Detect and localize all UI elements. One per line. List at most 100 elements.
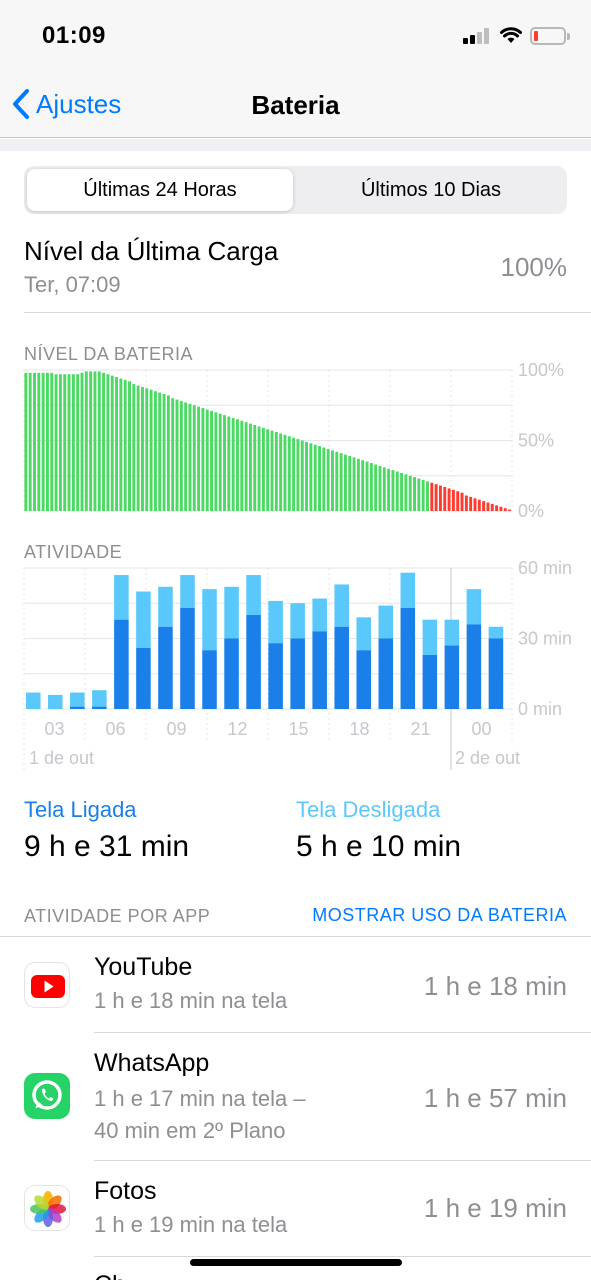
app-total-time: 1 h e 57 min (423, 1083, 567, 1113)
activity-bar-screen-on (268, 643, 283, 709)
segment-last-10-days[interactable]: Últimos 10 Dias (298, 169, 564, 211)
battery-level-bar (404, 474, 408, 511)
battery-level-bar (460, 492, 464, 511)
battery-level-bar (322, 447, 326, 511)
show-battery-usage-button[interactable]: MOSTRAR USO DA BATERIA (312, 905, 567, 926)
activity-bar-screen-off (268, 600, 283, 644)
battery-level-bar (179, 401, 183, 511)
screen-on-label: Tela Ligada (24, 797, 137, 822)
app-detail: 1 h e 18 min na tela (94, 988, 288, 1013)
battery-level-bar (279, 433, 283, 511)
battery-y-tick-label: 0% (518, 501, 544, 521)
activity-x-tick-label: 15 (288, 719, 308, 739)
battery-level-bar (369, 463, 373, 511)
battery-level-bar (352, 457, 356, 511)
screen-off-label: Tela Desligada (296, 797, 441, 822)
app-row-fotos[interactable]: Fotos 1 h e 19 min na tela 1 h e 19 min (0, 1161, 591, 1256)
battery-level-bar (374, 464, 378, 511)
wifi-icon (500, 27, 522, 43)
battery-level-bar (54, 374, 58, 511)
battery-level-bar (408, 475, 412, 511)
battery-level-bar (464, 495, 468, 511)
activity-y-tick-label: 30 min (518, 629, 572, 649)
activity-bar-screen-off (290, 603, 305, 639)
activity-bar-screen-off (114, 575, 129, 620)
segment-last-24-hours[interactable]: Últimas 24 Horas (27, 169, 293, 211)
battery-level-bar (387, 468, 391, 511)
activity-chart[interactable]: 60 min 30 min 0 min 03 06 09 12 15 18 21 00 1 de ou… (0, 560, 591, 775)
battery-level-bar (274, 432, 278, 511)
battery-y-tick-label: 100% (518, 362, 564, 380)
battery-level-bar (400, 472, 404, 511)
battery-level-bar (490, 503, 494, 511)
activity-x-tick-label: 18 (349, 719, 369, 739)
battery-y-tick-label: 50% (518, 431, 554, 451)
activity-x-tick-label: 09 (166, 719, 186, 739)
status-time: 01:09 (42, 22, 106, 49)
battery-level-bar (37, 372, 41, 511)
battery-level-bar (270, 430, 274, 511)
battery-level-bar (119, 378, 123, 511)
screen-on-value: 9 h e 31 min (24, 830, 190, 863)
battery-level-bar (413, 477, 416, 511)
battery-level-bar (218, 413, 222, 511)
battery-level-bar (473, 498, 477, 511)
battery-level-bar (175, 399, 179, 511)
activity-bar-screen-off (180, 575, 195, 608)
app-total-time: 1 h e 18 min (423, 971, 567, 1001)
battery-level-bar (395, 471, 399, 511)
activity-bar-screen-on (202, 650, 217, 709)
app-row-youtube[interactable]: YouTube 1 h e 18 min na tela 1 h e 18 mi… (0, 937, 591, 1032)
activity-bar-screen-on (400, 607, 416, 709)
activity-bar-screen-on (114, 619, 129, 709)
battery-level-bar (326, 448, 330, 511)
battery-icon (530, 27, 570, 45)
battery-level-bar (227, 416, 231, 511)
battery-level-bar (28, 372, 32, 511)
activity-bar-screen-off (48, 694, 63, 709)
last-charge-title: Nível da Última Carga (24, 236, 279, 266)
battery-level-fill (534, 31, 538, 41)
activity-bar-screen-on (444, 645, 460, 709)
navigation-bar: Ajustes Bateria (0, 70, 591, 138)
battery-level-bar (153, 391, 157, 511)
activity-bar-screen-on (334, 626, 349, 709)
battery-level-bar (89, 371, 93, 511)
activity-bar-screen-on (224, 638, 239, 709)
battery-level-bar (486, 502, 490, 511)
battery-level-bar (361, 460, 365, 511)
battery-level-bar (495, 505, 499, 511)
activity-bar-screen-on (378, 638, 394, 709)
battery-level-bar (499, 506, 503, 511)
home-indicator[interactable] (190, 1259, 402, 1266)
battery-level-bar (421, 479, 425, 511)
battery-level-bar (149, 389, 153, 511)
activity-x-tick-label: 03 (44, 719, 64, 739)
battery-level-bar (261, 427, 265, 511)
activity-bar-screen-off (224, 586, 239, 639)
battery-level-bar (97, 371, 101, 511)
activity-bar-screen-on (466, 624, 482, 709)
activity-bar-screen-off (26, 692, 41, 709)
activity-x-tick-label: 00 (471, 719, 491, 739)
battery-level-bar (205, 409, 209, 511)
battery-level-chart[interactable]: 100% 50% 0% (0, 362, 591, 522)
activity-bar-screen-off (70, 692, 85, 707)
activity-bar-screen-on (356, 650, 372, 709)
whatsapp-icon (24, 1073, 70, 1119)
battery-level-bar (434, 484, 438, 511)
battery-level-bar (67, 374, 71, 511)
battery-level-bar (132, 384, 136, 511)
battery-level-bar (391, 470, 395, 511)
battery-level-bar (184, 402, 188, 511)
battery-level-bar (313, 444, 317, 511)
battery-level-bar (477, 499, 481, 511)
activity-bar-screen-off (334, 584, 349, 627)
app-row-whatsapp[interactable]: WhatsApp 1 h e 17 min na tela – 40 min e… (0, 1033, 591, 1160)
battery-level-bar (244, 422, 248, 511)
last-charge-date: Ter, 07:09 (24, 272, 121, 297)
battery-level-bar (136, 385, 140, 511)
battery-level-bar (158, 392, 162, 511)
battery-level-bar (426, 481, 429, 511)
activity-y-tick-label: 60 min (518, 560, 572, 578)
